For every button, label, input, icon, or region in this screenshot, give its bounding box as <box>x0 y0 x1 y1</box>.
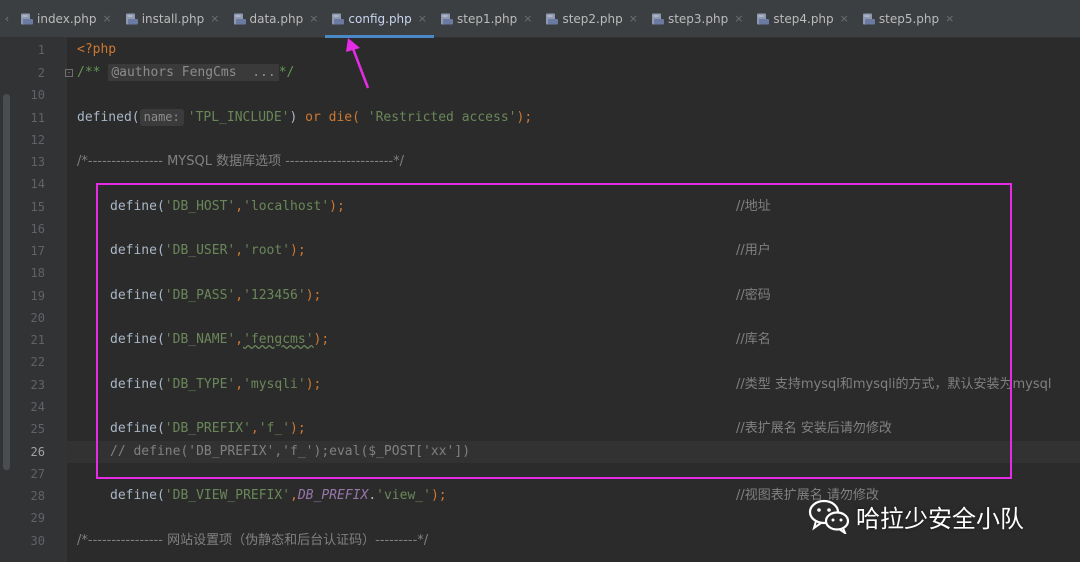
tab-scroll-left-icon[interactable]: ‹ <box>0 0 14 38</box>
code-line-30: /*---------------- 网站设置项（伪静态和后台认证码）-----… <box>77 530 428 552</box>
die-call: die( <box>328 110 360 125</box>
annotation-arrow-icon <box>346 38 370 89</box>
line-number: 19 <box>30 289 45 303</box>
wechat-icon <box>808 499 850 534</box>
line-number: 18 <box>30 266 45 280</box>
watermark-text: 哈拉少安全小队 <box>856 504 1024 533</box>
line-number: 16 <box>30 222 45 236</box>
php-file-icon <box>862 13 875 24</box>
close-tab-icon[interactable]: × <box>629 12 638 25</box>
doc-comment-close: */ <box>278 65 295 80</box>
string-literal: 'TPL_INCLUDE' <box>187 110 290 125</box>
line-number: 28 <box>30 489 45 503</box>
line-number: 20 <box>30 311 45 325</box>
line-number: 12 <box>30 133 45 147</box>
line-number: 23 <box>30 378 45 392</box>
constant-ref: DB_PREFIX <box>297 488 369 503</box>
close-tab-icon[interactable]: × <box>945 12 954 25</box>
tab-label: step5.php <box>878 11 940 26</box>
line-number: 22 <box>30 355 45 369</box>
line-number-gutter: - 1 2 10 11 12 13 14 15 16 17 18 19 20 21 22 23 24 25 26 27… <box>13 38 73 562</box>
constant-name: 'DB_VIEW_PREFIX' <box>164 488 291 503</box>
annotation-highlight-box <box>96 183 1012 479</box>
close-tab-icon[interactable]: × <box>309 12 318 25</box>
line-number: 10 <box>30 88 45 102</box>
constant-value: 'view_' <box>376 488 431 503</box>
tab-config[interactable]: config.php × <box>325 0 434 38</box>
php-file-icon <box>757 13 770 24</box>
close-tab-icon[interactable]: × <box>418 12 427 25</box>
code-line-11: defined(name: 'TPL_INCLUDE') or die( 'Res… <box>77 107 532 129</box>
folded-doc-comment[interactable]: @authors FengCms ... <box>108 64 279 81</box>
line-number: 27 <box>30 467 45 481</box>
close-tab-icon[interactable]: × <box>523 12 532 25</box>
close-tab-icon[interactable]: × <box>102 12 111 25</box>
tab-label: data.php <box>249 11 304 26</box>
line-number: 11 <box>30 111 45 125</box>
tab-step4[interactable]: step4.php × <box>750 0 855 38</box>
paren-close: ) <box>289 110 298 125</box>
tab-index[interactable]: index.php × <box>14 0 119 38</box>
line-number: 26 <box>30 445 45 459</box>
parameter-hint: name: <box>139 109 184 126</box>
line-number: 2 <box>37 66 45 80</box>
line-number: 14 <box>30 177 45 191</box>
code-line-13: /*---------------- MYSQL 数据库选项 ---------… <box>77 151 404 173</box>
tab-label: index.php <box>37 11 97 26</box>
comma: , <box>290 488 298 503</box>
line-number: 15 <box>30 200 45 214</box>
php-file-icon <box>441 13 453 24</box>
editor-tab-bar: ‹ index.php × install.php × data.php × config.… <box>0 0 1080 38</box>
section-comment: /*---------------- MYSQL 数据库选项 ---------… <box>77 154 404 169</box>
ide-window: ‹ index.php × install.php × data.php × config.… <box>0 0 1080 562</box>
tab-label: step1.php <box>457 11 518 26</box>
watermark: 哈拉少安全小队 <box>808 496 1024 536</box>
line-number: 1 <box>37 43 45 57</box>
line-number: 17 <box>30 244 45 258</box>
line-number: 24 <box>30 400 45 414</box>
tab-label: install.php <box>141 11 205 26</box>
statement-end: ); <box>430 488 447 503</box>
tab-step2[interactable]: step2.php × <box>539 0 644 38</box>
php-file-icon <box>332 13 345 24</box>
left-tool-strip <box>0 38 13 562</box>
tab-step1[interactable]: step1.php × <box>434 0 539 38</box>
php-file-icon <box>125 13 138 24</box>
close-tab-icon[interactable]: × <box>734 12 743 25</box>
string-literal: 'Restricted access' <box>367 110 517 125</box>
section-comment: /*---------------- 网站设置项（伪静态和后台认证码）-----… <box>77 533 429 548</box>
tab-label: config.php <box>348 11 412 26</box>
doc-comment-open: /** <box>77 65 101 80</box>
tab-label: step3.php <box>667 11 729 26</box>
or-keyword: or <box>305 110 321 125</box>
defined-call: defined( <box>77 110 140 125</box>
php-file-icon <box>233 13 246 24</box>
code-line-1: <?php <box>77 39 116 61</box>
line-number: 21 <box>30 333 45 347</box>
tab-label: step2.php <box>562 11 623 26</box>
tab-step5[interactable]: step5.php × <box>856 0 961 38</box>
tab-install[interactable]: install.php × <box>119 0 227 38</box>
php-file-icon <box>546 13 559 24</box>
tab-data[interactable]: data.php × <box>227 0 326 38</box>
close-tab-icon[interactable]: × <box>210 12 219 25</box>
line-number: 13 <box>30 155 45 169</box>
close-tab-icon[interactable]: × <box>840 12 849 25</box>
line-number: 29 <box>30 511 45 525</box>
tab-label: step4.php <box>773 11 834 26</box>
tab-step3[interactable]: step3.php × <box>645 0 750 38</box>
statement-end: ); <box>516 110 533 125</box>
line-number: 25 <box>30 422 45 436</box>
line-number: 30 <box>30 534 45 548</box>
php-file-icon <box>21 13 33 24</box>
structure-scrollbar[interactable] <box>3 94 10 470</box>
code-line-2: /** @authors FengCms ... */ <box>77 62 294 84</box>
code-line-28: define('DB_VIEW_PREFIX',DB_PREFIX.'view_… <box>110 485 447 507</box>
php-open-tag: <?php <box>77 42 117 57</box>
concat-operator: . <box>368 488 377 503</box>
php-file-icon <box>651 13 664 24</box>
define-call: define( <box>110 488 165 503</box>
